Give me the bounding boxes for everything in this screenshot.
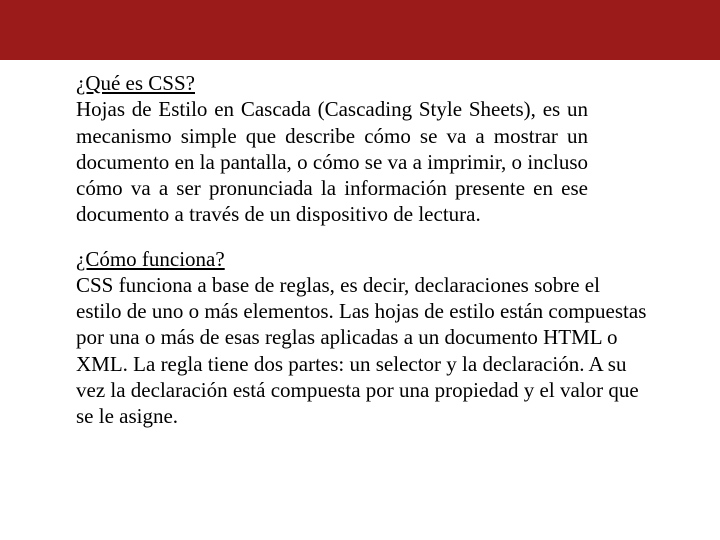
header-bar bbox=[0, 0, 720, 60]
heading-how-it-works: ¿Cómo funciona? bbox=[76, 246, 650, 272]
heading-what-is-css: ¿Qué es CSS? bbox=[76, 70, 650, 96]
section-what-is-css: ¿Qué es CSS? Hojas de Estilo en Cascada … bbox=[76, 70, 650, 228]
section-how-it-works: ¿Cómo funciona? CSS funciona a base de r… bbox=[76, 246, 650, 430]
slide-content: ¿Qué es CSS? Hojas de Estilo en Cascada … bbox=[0, 60, 720, 429]
body-what-is-css: Hojas de Estilo en Cascada (Cascading St… bbox=[76, 96, 650, 227]
body-how-it-works: CSS funciona a base de reglas, es decir,… bbox=[76, 272, 650, 430]
